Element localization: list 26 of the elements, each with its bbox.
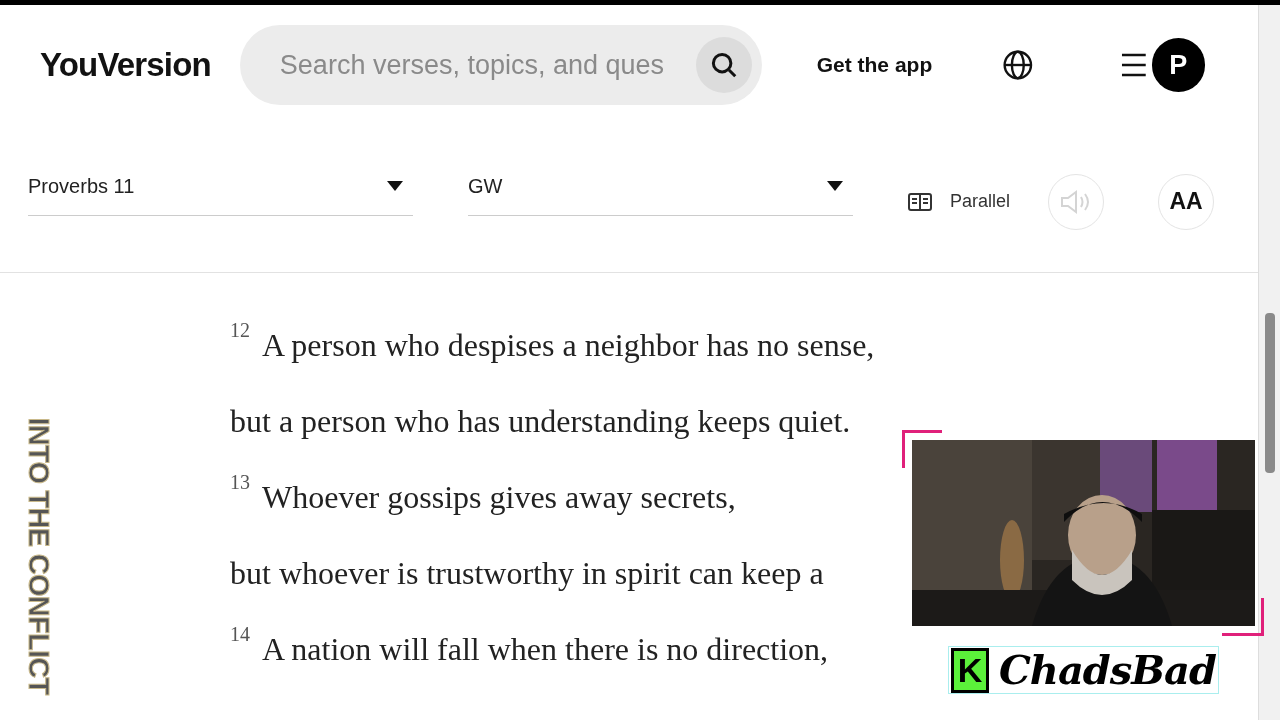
- badge: K: [951, 647, 989, 693]
- verse-text: A nation will fall when there is no direction,: [262, 630, 829, 669]
- verse-text: Whoever gossips gives away secrets,: [262, 478, 736, 517]
- caret-icon: [827, 181, 843, 191]
- avatar[interactable]: P: [1151, 38, 1205, 92]
- verse-text: but a person who has understanding keeps quiet.: [230, 402, 851, 441]
- parallel-button[interactable]: Parallel: [908, 188, 1011, 215]
- search-field[interactable]: Search verses, topics, and ques: [279, 44, 696, 86]
- verse-text: A person who despises a neighbor has no sense,: [262, 326, 875, 365]
- search-icon[interactable]: [695, 37, 752, 93]
- verse-text: but whoever is trustworthy in spirit can keep a: [230, 554, 824, 593]
- book-dropdown[interactable]: Proverbs 11: [28, 159, 413, 216]
- version-dropdown[interactable]: GW: [468, 159, 853, 216]
- menu-icon[interactable]: [1119, 52, 1148, 78]
- channel-title: INTO THE CONFLICT: [21, 416, 56, 697]
- globe-icon[interactable]: [1002, 49, 1034, 81]
- verse-number: 12: [230, 318, 250, 343]
- caret-icon: [387, 181, 403, 191]
- brand-name: ChadsBad: [998, 645, 1216, 695]
- verse-number: 14: [230, 622, 250, 647]
- get-app-link[interactable]: Get the app: [816, 49, 933, 81]
- book-icon: [908, 192, 932, 211]
- scrollbar-thumb[interactable]: [1265, 313, 1275, 473]
- logo[interactable]: YouVersion: [40, 40, 238, 90]
- verse-number: 13: [230, 470, 250, 495]
- search-bar[interactable]: Search verses, topics, and ques: [239, 25, 762, 105]
